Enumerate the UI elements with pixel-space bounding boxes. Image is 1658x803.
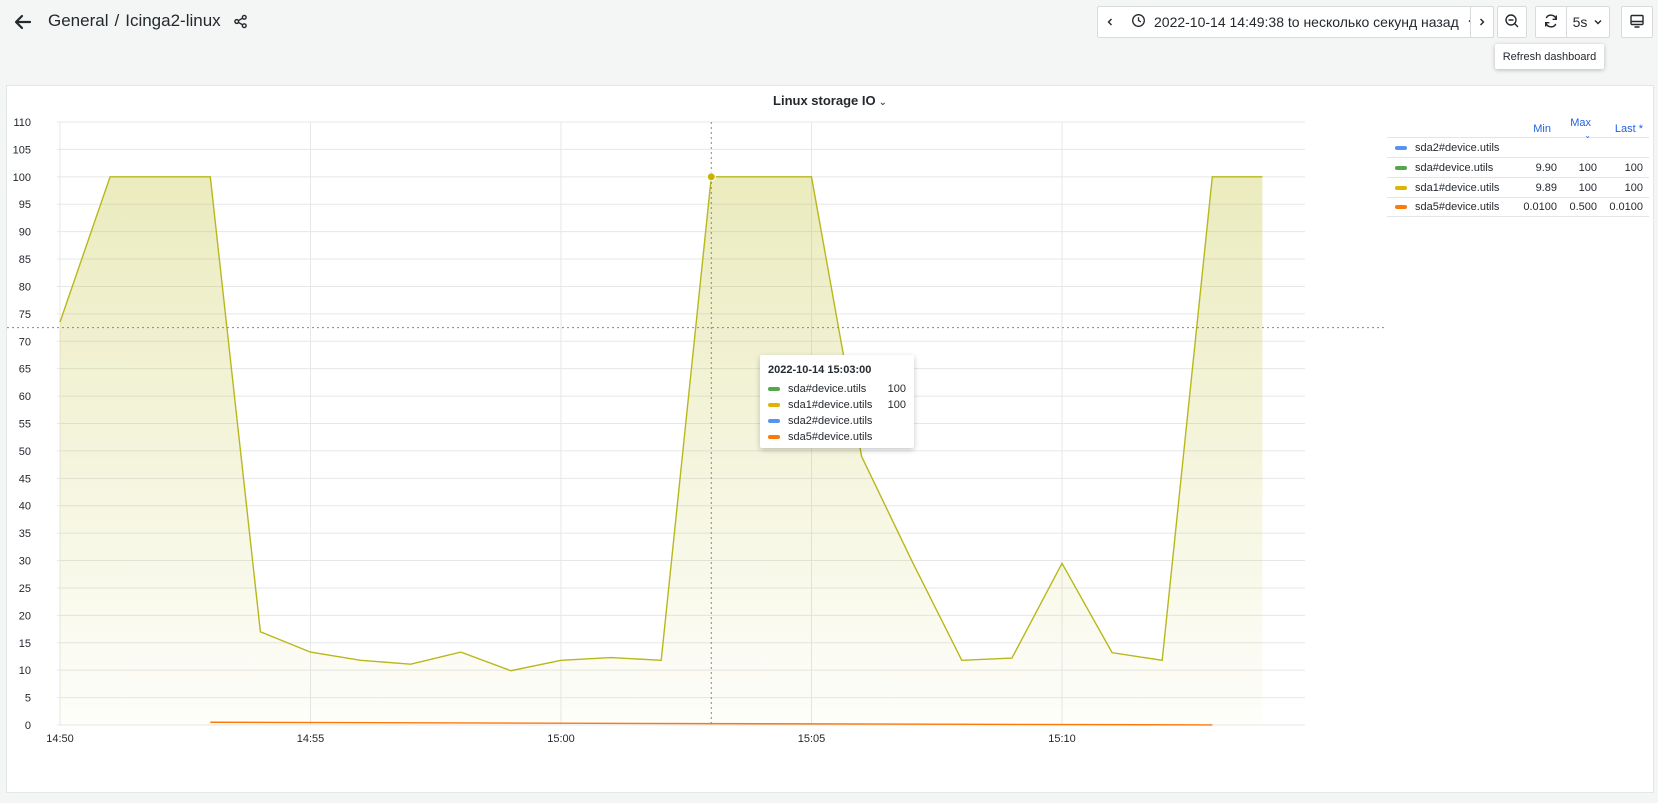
- tooltip-series-name: sda5#device.utils: [788, 431, 873, 443]
- y-tick-label: 65: [19, 364, 31, 376]
- x-tick-label: 14:50: [46, 733, 74, 745]
- legend-last: 0.0100: [1609, 201, 1643, 213]
- hover-tooltip-row: sda#device.utils 100: [768, 381, 906, 397]
- clock-icon: [1131, 13, 1146, 31]
- legend-row[interactable]: sda5#device.utils 0.0100 0.500 0.0100: [1387, 197, 1649, 217]
- y-tick-label: 15: [19, 638, 31, 650]
- top-bar: General / Icinga2-linux 2022-10-14 14:49…: [0, 0, 1658, 44]
- x-tick-label: 15:05: [798, 733, 826, 745]
- legend-swatch: [1395, 165, 1407, 170]
- chevron-down-icon: [1593, 14, 1603, 30]
- y-tick-label: 80: [19, 281, 31, 293]
- y-tick-label: 40: [19, 501, 31, 513]
- time-range-picker[interactable]: 2022-10-14 14:49:38 to несколько секунд …: [1121, 6, 1476, 38]
- time-shift-forward-button[interactable]: [1470, 6, 1494, 38]
- legend-swatch: [1395, 185, 1407, 190]
- y-tick-label: 60: [19, 391, 31, 403]
- legend-min: 9.90: [1535, 161, 1557, 174]
- legend-max: 100: [1578, 161, 1597, 174]
- legend-swatch: [1395, 145, 1407, 150]
- refresh-tooltip: Refresh dashboard: [1495, 44, 1604, 69]
- tooltip-series-name: sda2#device.utils: [788, 415, 873, 427]
- y-tick-label: 35: [19, 528, 31, 540]
- hover-tooltip-row: sda2#device.utils: [768, 413, 906, 429]
- chevron-left-icon: [1105, 14, 1115, 30]
- legend-header: Min Max ⌄ Last *: [1387, 117, 1649, 140]
- legend-row[interactable]: sda2#device.utils: [1387, 137, 1649, 157]
- y-tick-label: 45: [19, 473, 31, 485]
- tooltip-value: 100: [887, 399, 906, 411]
- time-shift-back-button[interactable]: [1097, 6, 1121, 38]
- y-tick-label: 10: [19, 665, 31, 677]
- breadcrumb: General / Icinga2-linux: [48, 11, 248, 31]
- legend-series-name[interactable]: sda#device.utils: [1415, 162, 1493, 174]
- y-tick-label: 105: [13, 144, 31, 156]
- breadcrumb-separator: /: [114, 11, 120, 30]
- tooltip-value: 100: [887, 383, 906, 395]
- legend-series-name[interactable]: sda1#device.utils: [1415, 182, 1499, 194]
- tv-mode-button[interactable]: [1621, 6, 1653, 38]
- tooltip-series-name: sda#device.utils: [788, 383, 867, 395]
- breadcrumb-folder[interactable]: General: [48, 11, 108, 31]
- y-tick-label: 20: [19, 610, 31, 622]
- hover-tooltip-row: sda1#device.utils 100: [768, 397, 906, 413]
- legend-min: 9.89: [1535, 181, 1557, 194]
- hover-tooltip-time: 2022-10-14 15:03:00: [768, 364, 872, 376]
- legend-min: 0.0100: [1523, 201, 1557, 213]
- legend-series-name[interactable]: sda2#device.utils: [1415, 142, 1499, 154]
- y-tick-label: 70: [19, 336, 31, 348]
- chevron-right-icon: [1477, 14, 1487, 30]
- x-tick-label: 15:00: [547, 733, 575, 745]
- y-tick-label: 5: [25, 693, 31, 705]
- legend-max: 0.500: [1569, 201, 1597, 213]
- legend-row[interactable]: sda1#device.utils 9.89 100 100: [1387, 177, 1649, 197]
- legend-swatch: [1395, 205, 1407, 209]
- y-tick-label: 100: [13, 172, 31, 184]
- y-tick-label: 85: [19, 254, 31, 266]
- x-tick-label: 14:55: [297, 733, 325, 745]
- x-tick-label: 15:10: [1048, 733, 1076, 745]
- refresh-interval-value: 5s: [1572, 14, 1588, 30]
- legend-last: 100: [1624, 181, 1643, 194]
- legend-header-min[interactable]: Min: [1511, 123, 1557, 135]
- tooltip-series-name: sda1#device.utils: [788, 399, 873, 411]
- y-tick-label: 0: [25, 720, 31, 732]
- chart-area[interactable]: 0 5 10 15 20 25 30 35 40 45 50 55 60 65 70 75 80 85 90 95 10…: [7, 86, 1387, 794]
- y-tick-label: 90: [19, 227, 31, 239]
- refresh-icon: [1543, 13, 1559, 32]
- legend-table: Min Max ⌄ Last * sda2#device.utils sda#de…: [1387, 117, 1649, 217]
- legend-row[interactable]: sda#device.utils 9.90 100 100: [1387, 157, 1649, 177]
- legend-last: 100: [1624, 161, 1643, 174]
- y-tick-label: 75: [19, 309, 31, 321]
- tooltip-swatch: [768, 387, 780, 391]
- zoom-out-button[interactable]: [1497, 6, 1527, 38]
- tooltip-swatch: [768, 435, 780, 439]
- tooltip-swatch: [768, 403, 780, 407]
- refresh-interval-picker[interactable]: 5s: [1566, 6, 1610, 38]
- zoom-out-icon: [1504, 13, 1520, 32]
- hover-point: [706, 172, 716, 182]
- time-range-text: 2022-10-14 14:49:38 to несколько секунд …: [1154, 14, 1459, 30]
- y-tick-label: 30: [19, 556, 31, 568]
- legend-series-name[interactable]: sda5#device.utils: [1415, 201, 1499, 213]
- legend-max: 100: [1578, 181, 1597, 194]
- share-icon[interactable]: [233, 14, 248, 29]
- legend-header-last[interactable]: Last *: [1603, 123, 1649, 135]
- y-tick-label: 55: [19, 419, 31, 431]
- y-tick-label: 50: [19, 446, 31, 458]
- hover-tooltip: 2022-10-14 15:03:00 sda#device.utils 100 s…: [760, 355, 914, 448]
- breadcrumb-dashboard[interactable]: Icinga2-linux: [125, 11, 220, 31]
- legend-header-max[interactable]: Max ⌄: [1557, 117, 1603, 141]
- back-arrow-icon[interactable]: [10, 9, 36, 35]
- hover-tooltip-row: sda5#device.utils: [768, 429, 906, 445]
- y-tick-label: 25: [19, 583, 31, 595]
- tv-icon: [1629, 13, 1645, 32]
- tooltip-swatch: [768, 419, 780, 423]
- y-tick-label: 110: [13, 117, 31, 129]
- refresh-button[interactable]: [1535, 6, 1567, 38]
- y-tick-label: 95: [19, 199, 31, 211]
